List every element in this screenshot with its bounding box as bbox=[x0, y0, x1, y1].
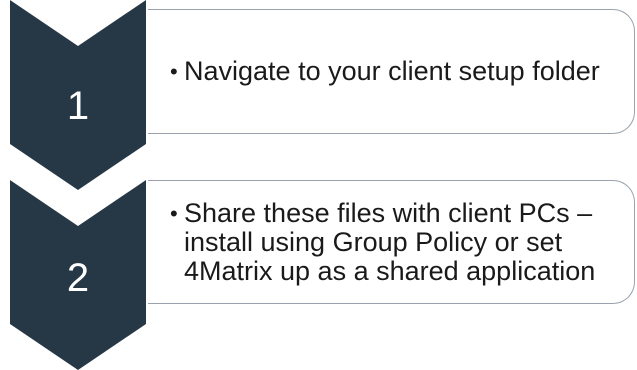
step-2-text: Share these files with client PCs – inst… bbox=[184, 197, 596, 286]
process-diagram: 1 • Navigate to your client setup folder… bbox=[0, 0, 637, 370]
step-1-bullet-list: • Navigate to your client setup folder bbox=[170, 57, 626, 86]
step-1-number: 1 bbox=[66, 84, 90, 128]
step-2-bullet-list: • Share these files with client PCs – in… bbox=[170, 197, 626, 286]
bullet-icon: • bbox=[170, 200, 178, 226]
step-1-box: • Navigate to your client setup folder bbox=[148, 9, 635, 134]
step-2-number: 2 bbox=[66, 256, 90, 300]
step-1-bullet-item: • Navigate to your client setup folder bbox=[170, 57, 626, 86]
step-2-bullet-item: • Share these files with client PCs – in… bbox=[170, 197, 626, 286]
bullet-icon: • bbox=[170, 59, 178, 84]
step-2-box: • Share these files with client PCs – in… bbox=[148, 180, 635, 304]
step-1-text: Navigate to your client setup folder bbox=[184, 56, 600, 86]
